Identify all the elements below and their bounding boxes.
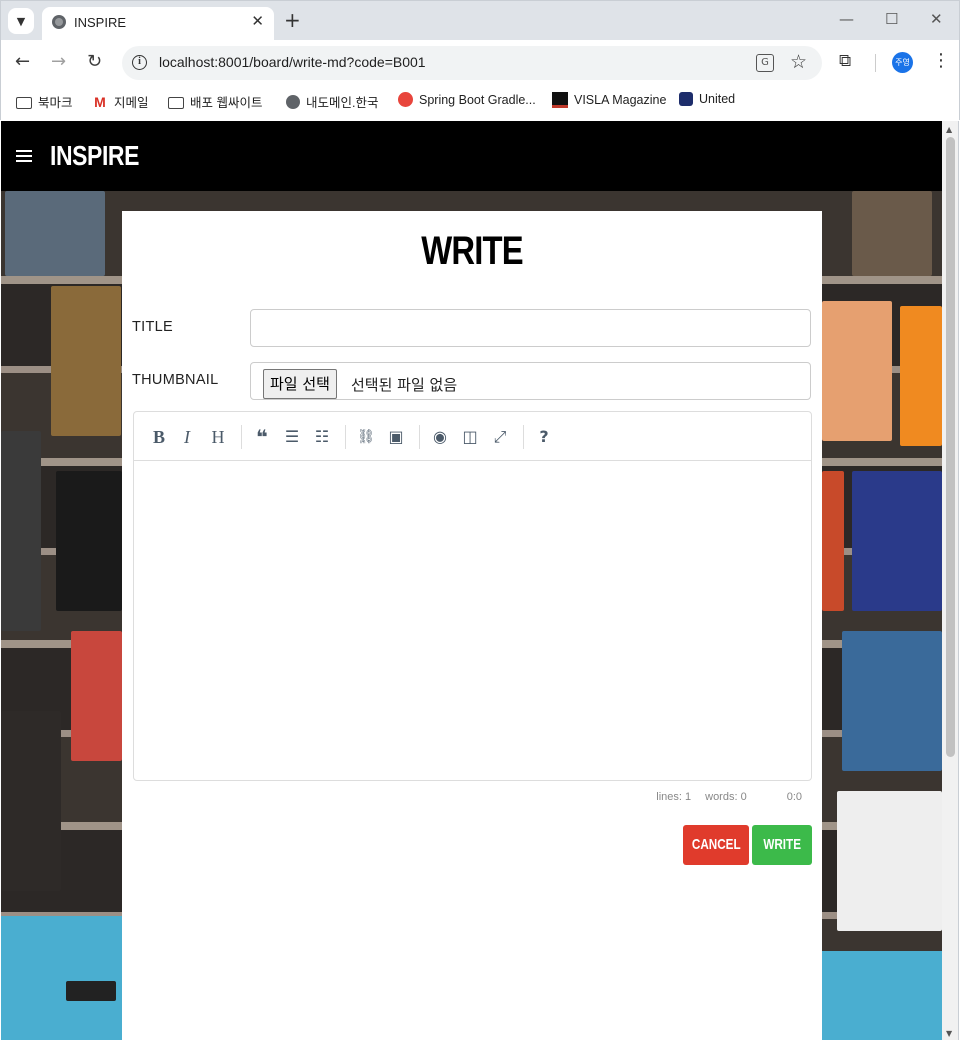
write-button-label: WRITE bbox=[763, 836, 801, 853]
unordered-list-icon[interactable]: ☰ bbox=[282, 427, 302, 447]
bookmarks-bar: 북마크 M 지메일 배포 웹싸이트 내도메인.한국 Spring Boot Gra… bbox=[0, 86, 960, 120]
profile-avatar[interactable]: 주영 bbox=[892, 52, 913, 73]
editor-statusbar: lines: 1 words: 0 0:0 bbox=[642, 791, 802, 803]
minimize-icon[interactable]: — bbox=[839, 10, 854, 28]
words-count: words: 0 bbox=[705, 791, 747, 803]
spring-icon bbox=[398, 92, 413, 107]
globe-icon bbox=[52, 15, 66, 29]
bookmark-label: 내도메인.한국 bbox=[306, 96, 379, 110]
lines-count: lines: 1 bbox=[656, 791, 692, 803]
scroll-up-icon[interactable]: ▲ bbox=[946, 125, 952, 134]
united-icon bbox=[679, 92, 693, 106]
close-icon[interactable]: ✕ bbox=[251, 12, 264, 30]
scroll-down-icon[interactable]: ▼ bbox=[946, 1029, 952, 1038]
visla-icon bbox=[552, 92, 568, 108]
chevron-down-icon: ▼ bbox=[16, 14, 26, 28]
bookmark-label: VISLA Magazine bbox=[574, 93, 667, 107]
bookmark-label: Spring Boot Gradle... bbox=[419, 92, 536, 107]
write-form-panel: WRITE TITLE THUMBNAIL 파일 선택 선택된 파일 없음 B … bbox=[122, 211, 822, 1040]
bookmark-item[interactable]: 배포 웹싸이트 bbox=[168, 92, 262, 111]
bookmark-item[interactable]: Spring Boot Gradle... bbox=[398, 92, 536, 107]
bookmark-item[interactable]: United bbox=[679, 92, 735, 106]
bookmark-star-icon[interactable]: ☆ bbox=[790, 51, 807, 73]
bookmark-label: 지메일 bbox=[114, 96, 149, 110]
cursor-position: 0:0 bbox=[786, 791, 802, 803]
bookmark-label: 북마크 bbox=[38, 96, 73, 110]
bookmark-item[interactable]: M 지메일 bbox=[92, 92, 149, 111]
background-left-shelf bbox=[1, 191, 122, 1040]
heading-icon[interactable]: H bbox=[208, 427, 228, 447]
italic-icon[interactable]: I bbox=[177, 427, 197, 447]
preview-icon[interactable]: ◉ bbox=[430, 427, 450, 447]
write-button[interactable]: WRITE bbox=[752, 825, 812, 865]
url-text[interactable]: localhost:8001/board/write-md?code=B001 bbox=[159, 54, 426, 70]
bookmark-item[interactable]: 내도메인.한국 bbox=[286, 92, 378, 111]
toolbar-separator bbox=[523, 425, 524, 449]
quote-icon[interactable]: ❝ bbox=[252, 427, 272, 447]
translate-icon[interactable]: G bbox=[756, 54, 774, 72]
image-icon[interactable]: ▣ bbox=[386, 427, 406, 447]
browser-tab[interactable]: INSPIRE ✕ bbox=[42, 7, 274, 41]
title-label: TITLE bbox=[132, 319, 173, 335]
toolbar-separator bbox=[419, 425, 420, 449]
more-menu-icon[interactable]: ⋮ bbox=[932, 51, 950, 71]
tab-title: INSPIRE bbox=[74, 15, 127, 30]
forward-arrow-icon[interactable]: → bbox=[51, 52, 66, 72]
thumbnail-label: THUMBNAIL bbox=[132, 372, 219, 388]
ordered-list-icon[interactable]: ☷ bbox=[312, 427, 332, 447]
hamburger-menu-icon[interactable] bbox=[16, 150, 32, 162]
bookmark-label: United bbox=[699, 92, 736, 106]
extensions-icon[interactable]: ⧉ bbox=[839, 51, 851, 71]
site-logo[interactable]: INSPIRE bbox=[50, 140, 139, 172]
file-status-text: 선택된 파일 없음 bbox=[351, 376, 458, 394]
editor-text-area[interactable] bbox=[134, 462, 811, 780]
cancel-button-label: CANCEL bbox=[691, 836, 741, 853]
background-right-shelf bbox=[822, 191, 942, 1040]
globe-icon bbox=[286, 94, 300, 109]
reload-icon[interactable]: ↻ bbox=[87, 52, 102, 72]
folder-icon bbox=[168, 96, 184, 109]
page-title: WRITE bbox=[421, 229, 523, 273]
scroll-thumb[interactable] bbox=[946, 137, 955, 757]
link-icon[interactable]: ⛓ bbox=[356, 427, 376, 447]
tab-search-button[interactable]: ▼ bbox=[8, 8, 34, 34]
maximize-icon[interactable]: ☐ bbox=[885, 10, 898, 28]
choose-file-button[interactable]: 파일 선택 bbox=[263, 369, 337, 399]
fullscreen-icon[interactable]: ⤢ bbox=[490, 427, 510, 447]
folder-icon bbox=[16, 96, 32, 109]
markdown-editor: B I H ❝ ☰ ☷ ⛓ ▣ ◉ ◫ ⤢ ? bbox=[133, 411, 812, 781]
page-scrollbar[interactable]: ▲ ▼ bbox=[942, 121, 959, 1040]
side-by-side-icon[interactable]: ◫ bbox=[460, 427, 480, 447]
cancel-button[interactable]: CANCEL bbox=[683, 825, 749, 865]
window-close-icon[interactable]: ✕ bbox=[930, 10, 943, 28]
browser-tab-bar: ▼ INSPIRE ✕ + — ☐ ✕ bbox=[0, 0, 960, 41]
help-icon[interactable]: ? bbox=[534, 427, 554, 447]
new-tab-button[interactable]: + bbox=[284, 9, 301, 31]
toolbar-divider bbox=[875, 54, 876, 72]
title-input[interactable] bbox=[250, 309, 811, 347]
bookmark-item[interactable]: VISLA Magazine bbox=[552, 92, 666, 108]
site-info-icon[interactable]: i bbox=[132, 55, 147, 70]
bookmark-item[interactable]: 북마크 bbox=[16, 92, 73, 111]
page-viewport: INSPIRE WRITE TITLE THUMBNAIL 파일 선택 선택된 … bbox=[1, 121, 942, 1040]
bookmark-label: 배포 웹싸이트 bbox=[190, 96, 263, 110]
gmail-icon: M bbox=[94, 93, 106, 110]
omnibox[interactable]: i localhost:8001/board/write-md?code=B00… bbox=[122, 46, 822, 80]
thumbnail-file-input[interactable]: 파일 선택 선택된 파일 없음 bbox=[250, 362, 811, 400]
address-bar-row: ← → ↻ i localhost:8001/board/write-md?co… bbox=[0, 40, 960, 86]
toolbar-separator bbox=[345, 425, 346, 449]
back-arrow-icon[interactable]: ← bbox=[15, 52, 30, 72]
toolbar-separator bbox=[241, 425, 242, 449]
site-header: INSPIRE bbox=[1, 121, 942, 191]
editor-toolbar: B I H ❝ ☰ ☷ ⛓ ▣ ◉ ◫ ⤢ ? bbox=[134, 412, 811, 461]
bold-icon[interactable]: B bbox=[149, 427, 169, 447]
